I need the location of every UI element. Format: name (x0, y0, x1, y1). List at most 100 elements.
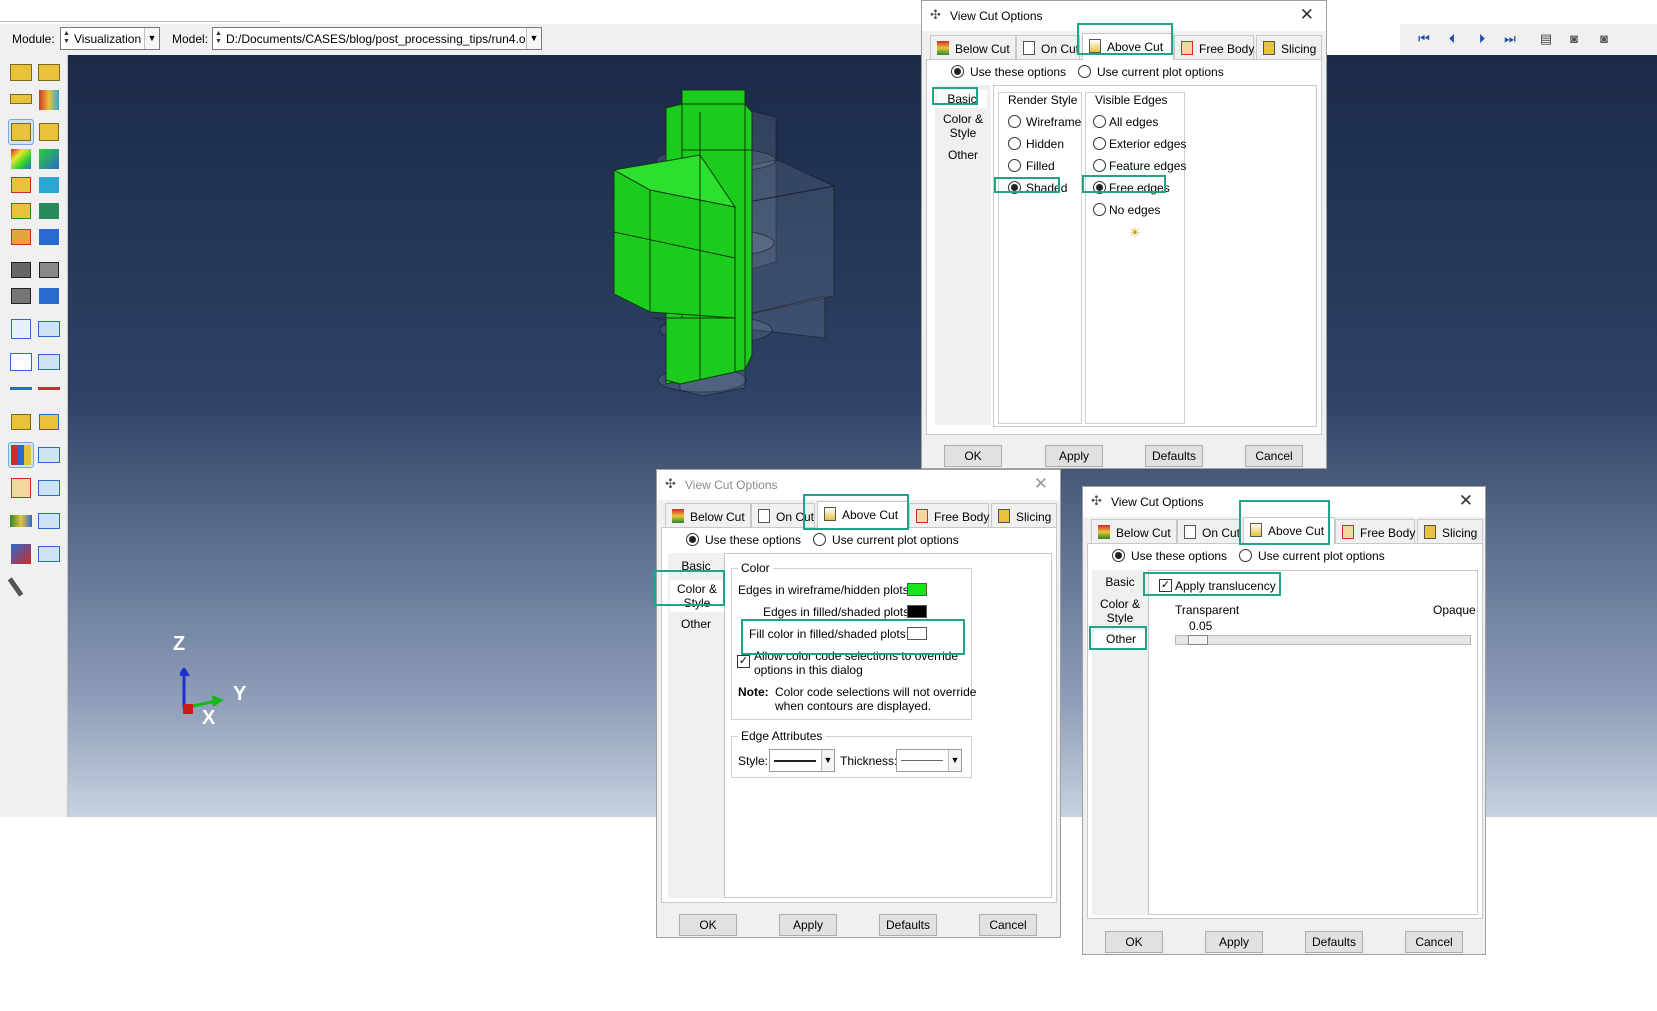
edges-filled-color-swatch[interactable] (907, 605, 927, 618)
tab-free-body[interactable]: Free Body (909, 503, 989, 527)
translucency-slider-thumb[interactable] (1188, 635, 1208, 645)
tab-above-cut[interactable]: Above Cut (1243, 517, 1335, 544)
side-tab-color-style[interactable]: Color & Style (670, 580, 724, 612)
use-these-options-radio[interactable] (1112, 549, 1125, 562)
plot-material-orientations-icon[interactable] (9, 199, 33, 223)
tab-above-cut[interactable]: Above Cut (817, 501, 909, 528)
previous-frame-icon[interactable]: ⏴ (1442, 30, 1462, 48)
frame-list-icon[interactable]: ▤ (1536, 30, 1556, 48)
tab-free-body[interactable]: Free Body (1174, 35, 1254, 59)
tab-on-cut[interactable]: On Cut (751, 503, 815, 527)
tab-below-cut[interactable]: Below Cut (930, 35, 1016, 59)
filled-radio[interactable] (1008, 159, 1021, 172)
chevron-down-icon[interactable]: ▼ (821, 750, 834, 771)
model-select[interactable]: ▲ ▼ D:/Documents/CASES/blog/post_processi… (212, 27, 542, 50)
tab-on-cut[interactable]: On Cut (1016, 35, 1080, 59)
plot-deformed-icon[interactable] (37, 120, 61, 144)
use-these-options-radio[interactable] (951, 65, 964, 78)
side-tab-other[interactable]: Other (1094, 630, 1148, 648)
tab-below-cut[interactable]: Below Cut (665, 503, 751, 527)
plot-contours-options-icon[interactable] (37, 147, 61, 171)
side-tab-other[interactable]: Other (670, 617, 722, 631)
exterior-edges-radio[interactable] (1093, 137, 1106, 150)
side-tab-color-style[interactable]: Color & Style (1094, 597, 1146, 625)
close-icon[interactable]: ✕ (1034, 474, 1048, 494)
superimpose-options-icon[interactable] (37, 225, 61, 249)
close-icon[interactable]: ✕ (1459, 491, 1473, 511)
tab-slicing[interactable]: Slicing (1256, 35, 1322, 59)
side-tab-basic[interactable]: Basic (670, 559, 722, 573)
edges-wireframe-color-swatch[interactable] (907, 583, 927, 596)
stream-icon[interactable] (9, 509, 33, 533)
chevron-down-icon[interactable]: ▼ (948, 750, 961, 771)
tab-slicing[interactable]: Slicing (1417, 519, 1483, 543)
plot-undeformed-icon[interactable] (8, 119, 34, 145)
side-tab-basic[interactable]: Basic (937, 90, 987, 108)
tab-above-cut[interactable]: Above Cut (1082, 33, 1174, 60)
view-cut-manager-icon[interactable] (37, 317, 61, 341)
close-icon[interactable]: ✕ (1300, 5, 1314, 25)
all-edges-radio[interactable] (1093, 115, 1106, 128)
first-frame-icon[interactable]: ⏮ (1414, 30, 1434, 48)
animate-time-history-icon[interactable] (37, 258, 61, 282)
deformed-shape-tool-icon[interactable] (9, 61, 33, 85)
stream-manager-icon[interactable] (37, 509, 61, 533)
defaults-button[interactable]: Defaults (1145, 445, 1203, 467)
cancel-button[interactable]: Cancel (979, 914, 1037, 936)
chevron-down-icon[interactable]: ▼ (144, 28, 159, 49)
xy-data-manager-icon[interactable] (37, 350, 61, 374)
create-view-cut-icon[interactable] (9, 317, 33, 341)
chevron-down-icon[interactable]: ▼ (526, 28, 541, 49)
fill-color-swatch[interactable] (907, 627, 927, 640)
apply-button[interactable]: Apply (1205, 931, 1263, 953)
animate-scale-factor-icon[interactable] (9, 258, 33, 282)
module-select[interactable]: ▲ ▼ Visualization ▼ (60, 27, 160, 50)
side-tab-color-style[interactable]: Color & Style (937, 112, 989, 140)
next-frame-icon[interactable]: ⏵ (1472, 30, 1492, 48)
ok-button[interactable]: OK (944, 445, 1002, 467)
ok-button[interactable]: OK (1105, 931, 1163, 953)
free-body-cut-icon[interactable] (9, 476, 33, 500)
apply-button[interactable]: Apply (779, 914, 837, 936)
allow-override-checkbox[interactable]: ✓ (737, 655, 750, 668)
display-group-manager-icon[interactable] (37, 410, 61, 434)
free-edges-radio[interactable] (1093, 181, 1106, 194)
hidden-radio[interactable] (1008, 137, 1021, 150)
last-frame-icon[interactable]: ⏭ (1500, 30, 1520, 48)
material-orientation-options-icon[interactable] (37, 199, 61, 223)
shaded-radio[interactable] (1008, 181, 1021, 194)
plot-contours-icon[interactable] (9, 147, 33, 171)
feature-edges-radio[interactable] (1093, 159, 1106, 172)
apply-button[interactable]: Apply (1045, 445, 1103, 467)
ok-button[interactable]: OK (679, 914, 737, 936)
use-current-plot-options-radio[interactable] (1078, 65, 1091, 78)
animate-camera-icon[interactable]: ◙ (1564, 30, 1584, 48)
plot-symbols-icon[interactable] (9, 173, 33, 197)
query-tool-icon[interactable] (7, 575, 33, 599)
side-tab-other[interactable]: Other (937, 148, 989, 162)
symbol-plot-icon[interactable] (9, 88, 33, 112)
no-edges-radio[interactable] (1093, 203, 1106, 216)
allow-multiple-plot-states-icon[interactable] (9, 225, 33, 249)
edge-thickness-select[interactable]: ▼ (896, 749, 962, 772)
cancel-button[interactable]: Cancel (1405, 931, 1463, 953)
free-body-manager-icon[interactable] (37, 476, 61, 500)
display-group-icon[interactable] (9, 410, 33, 434)
contour-tool-icon[interactable] (37, 61, 61, 85)
plot-symbols-options-icon[interactable] (37, 173, 61, 197)
assembly-display-icon[interactable] (9, 542, 33, 566)
color-code-icon[interactable] (8, 442, 34, 468)
tab-slicing[interactable]: Slicing (991, 503, 1057, 527)
defaults-button[interactable]: Defaults (879, 914, 937, 936)
use-current-plot-options-radio[interactable] (813, 533, 826, 546)
use-current-plot-options-radio[interactable] (1239, 549, 1252, 562)
lightbulb-icon[interactable]: ☀ (1129, 225, 1141, 241)
color-code-manager-icon[interactable] (37, 443, 61, 467)
assembly-manager-icon[interactable] (37, 542, 61, 566)
create-path-icon[interactable] (9, 377, 33, 401)
apply-translucency-checkbox[interactable]: ✓ (1159, 579, 1172, 592)
plot-xy-icon[interactable] (37, 377, 61, 401)
material-orientation-icon[interactable] (37, 88, 61, 112)
cancel-button[interactable]: Cancel (1245, 445, 1303, 467)
create-xy-data-icon[interactable] (9, 350, 33, 374)
